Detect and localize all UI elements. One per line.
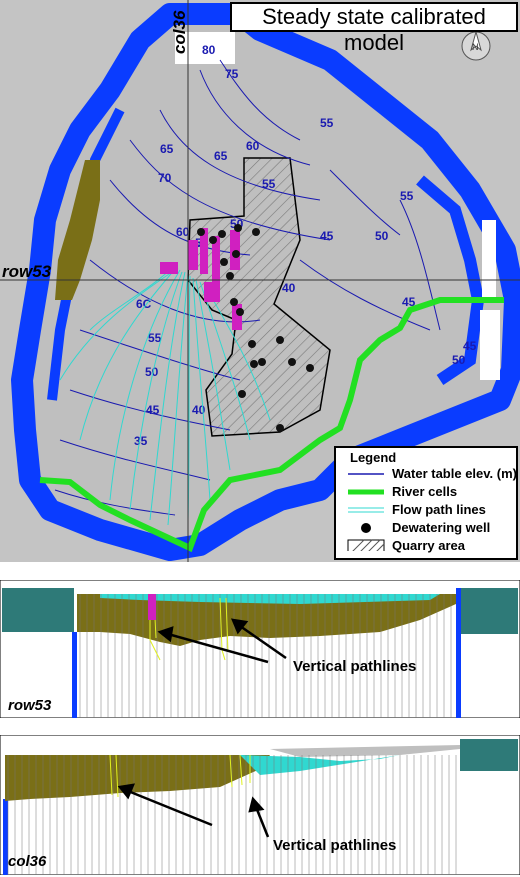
flow-path-icon [348,507,384,513]
legend-label: River cells [392,484,458,499]
col-label: col36 [170,10,189,54]
contour-label: 45 [463,339,477,353]
legend-label: Dewatering well [392,520,491,535]
river-cells-icon [348,489,384,495]
section-annotation: Vertical pathlines [273,837,397,854]
north-label: N [472,42,479,52]
well-dot-icon [361,523,371,533]
contour-label: 6C [136,297,152,311]
contour-label: 45 [146,403,160,417]
legend-label: Water table elev. (m) [392,466,517,481]
white-notch-right-2 [480,310,500,380]
quarry-hatch-icon [347,539,385,551]
contour-label: 45 [320,229,334,243]
section-annotation: Vertical pathlines [293,658,417,675]
white-notch-right [482,220,496,300]
row-label: row53 [2,262,52,281]
legend-label: Flow path lines [392,502,486,517]
contour-label: 65 [214,149,228,163]
teal-right [460,588,518,634]
contour-label: 55 [262,177,276,191]
section-col36 [0,735,520,875]
teal-left [2,588,74,632]
contour-label: 50 [375,229,389,243]
contour-label: 70 [158,171,172,185]
legend-title: Legend [350,450,397,465]
blue-right-edge [456,588,461,718]
magenta-cells [148,594,156,620]
section-row53 [0,580,520,718]
contour-label: 50 [452,353,466,367]
blue-left-edge [72,632,77,718]
contour-label: 55 [320,116,334,130]
contour-label: 75 [225,67,239,81]
teal-right [460,739,518,771]
contour-label: 40 [282,281,296,295]
contour-label: 65 [160,142,174,156]
legend: Legend Water table elev. (m) River cells… [334,446,518,560]
contour-label: 55 [400,189,414,203]
section-label: row53 [8,697,52,714]
map-title: Steady state calibrated model [230,2,518,55]
legend-label: Quarry area [392,538,465,553]
water-table-line-icon [348,473,384,475]
north-arrow-icon: N [461,30,491,61]
section-label: col36 [8,853,47,870]
contour-label: 80 [202,43,216,57]
contour-label: 60 [246,139,260,153]
